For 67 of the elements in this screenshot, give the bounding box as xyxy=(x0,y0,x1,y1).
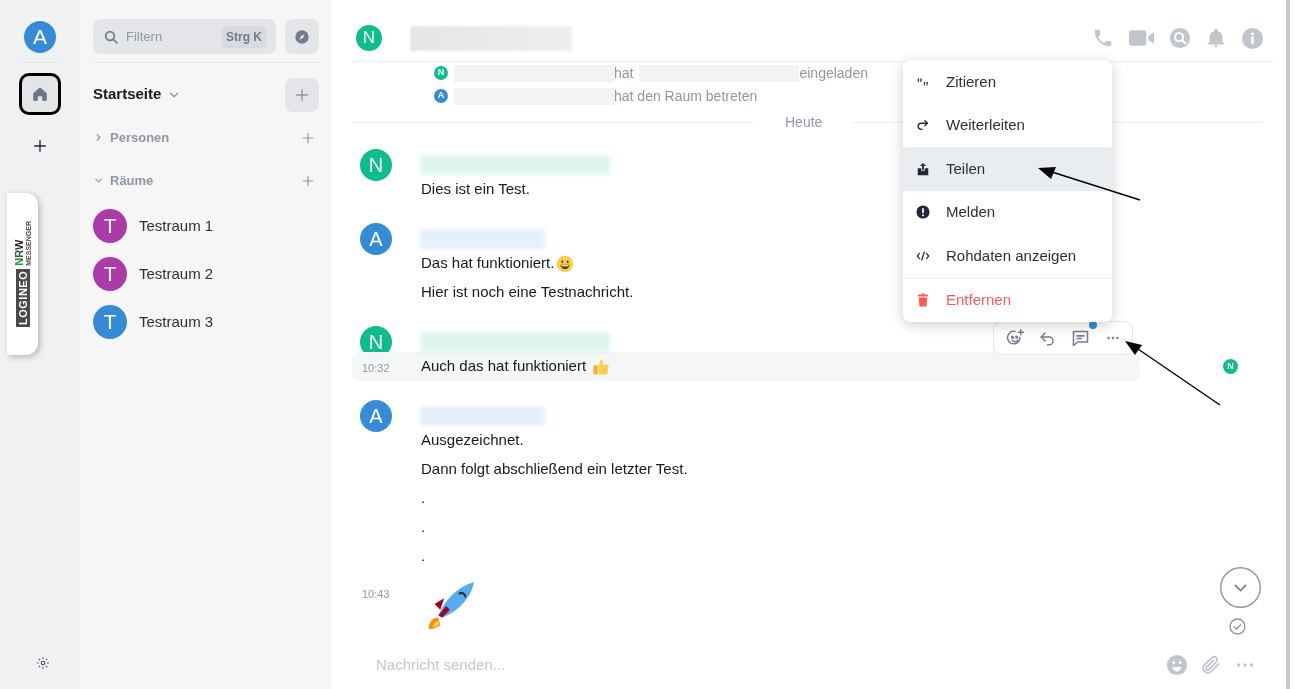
jump-to-bottom-button[interactable] xyxy=(1220,567,1261,608)
react-icon[interactable] xyxy=(1004,328,1025,348)
forward-icon xyxy=(916,118,930,133)
trash-icon xyxy=(916,293,930,308)
call-icon[interactable] xyxy=(1092,27,1114,49)
shortcut-hint: Strg K xyxy=(222,25,266,48)
emoji-icon[interactable] xyxy=(1166,654,1188,676)
timestamp: 10:32 xyxy=(362,361,390,374)
message-text: Dann folgt abschließend ein letzter Test. xyxy=(421,459,688,480)
timestamp: 10:43 xyxy=(362,588,390,600)
message-text: . xyxy=(421,488,426,509)
compass-icon xyxy=(294,28,310,45)
message-text: . xyxy=(421,546,426,567)
explore-button[interactable] xyxy=(285,19,319,54)
home-heading[interactable]: Startseite xyxy=(93,83,162,106)
message-text: Dies ist ein Test. xyxy=(421,179,530,200)
filter-field[interactable]: Filtern xyxy=(126,26,215,47)
home-button[interactable] xyxy=(19,73,61,115)
logo-wordmark: LOGINEO xyxy=(15,268,30,327)
home-icon xyxy=(31,85,49,103)
menu-item[interactable]: Rohdaten anzeigen xyxy=(903,234,1112,278)
search-icon xyxy=(103,28,119,45)
menu-item[interactable]: Weiterleiten xyxy=(903,103,1112,147)
exclamation-icon xyxy=(916,205,930,220)
message-text: . xyxy=(421,517,426,538)
add-space-icon[interactable] xyxy=(32,138,48,154)
plus-icon[interactable] xyxy=(301,130,315,145)
message-text: Das hat funktioniert. xyxy=(421,253,555,274)
event-text: hat den Raum betreten xyxy=(614,86,758,106)
date-separator: Heute xyxy=(784,112,824,132)
message-text: Auch das hat funktioniert xyxy=(421,356,587,377)
chevron-down-icon[interactable] xyxy=(93,175,104,186)
settings-icon[interactable] xyxy=(36,656,50,670)
room-avatar: T xyxy=(93,209,127,243)
plus-icon xyxy=(294,86,310,103)
sender-avatar: A xyxy=(360,400,392,432)
message-field[interactable]: Nachricht senden... xyxy=(376,653,1154,677)
attachment-icon[interactable] xyxy=(1200,654,1222,676)
video-call-icon[interactable] xyxy=(1128,28,1155,48)
message-text: Ausgezeichnet. xyxy=(421,430,524,451)
room-item[interactable]: T Testraum 2 xyxy=(93,250,319,298)
room-avatar: T xyxy=(93,305,127,339)
message-text: Hier ist noch eine Testnachricht. xyxy=(421,282,634,303)
room-item[interactable]: T Testraum 3 xyxy=(93,298,319,346)
user-avatar: A xyxy=(24,21,56,53)
event-text: eingeladen xyxy=(799,63,868,83)
room-item[interactable]: T Testraum 1 xyxy=(93,202,319,250)
add-button[interactable] xyxy=(285,77,319,112)
member-avatar: A xyxy=(434,89,448,103)
room-avatar: T xyxy=(93,257,127,291)
sender-avatar: A xyxy=(360,223,392,255)
menu-item[interactable]: Zitieren xyxy=(903,60,1112,104)
smiley-icon xyxy=(556,254,575,273)
menu-item[interactable]: Teilen xyxy=(903,147,1112,191)
read-receipt-avatar: N xyxy=(1223,359,1238,374)
sent-receipt-icon xyxy=(1229,618,1246,635)
plus-icon[interactable] xyxy=(301,173,315,188)
event-text: hat xyxy=(614,63,634,83)
member-avatar: N xyxy=(434,66,448,80)
search-icon[interactable] xyxy=(1169,27,1191,49)
share-icon xyxy=(916,161,930,176)
room-avatar: N xyxy=(356,25,382,51)
bell-icon[interactable] xyxy=(1205,27,1227,49)
menu-item[interactable]: Melden xyxy=(903,190,1112,234)
sender-avatar: N xyxy=(360,149,392,181)
code-icon xyxy=(916,248,930,263)
info-icon[interactable] xyxy=(1241,26,1264,50)
